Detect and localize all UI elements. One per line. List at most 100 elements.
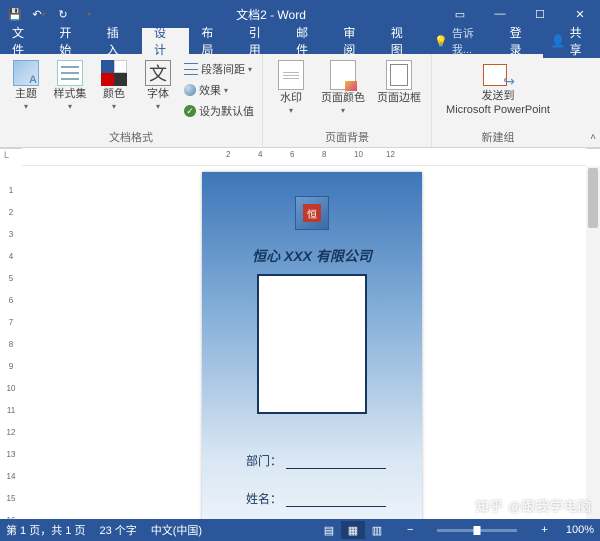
themes-button[interactable]: 主题 ▾: [6, 58, 46, 113]
colors-label: 颜色: [103, 88, 125, 100]
paragraph-spacing-button[interactable]: 段落间距 ▾: [182, 60, 256, 78]
group-document-formatting: 主题 ▾ 样式集 ▾ 颜色 ▾ 文 字体 ▾ 段落间距 ▾: [0, 54, 263, 147]
vruler-tick: 4: [4, 252, 18, 261]
zoom-in-button[interactable]: +: [537, 524, 551, 536]
read-mode-icon: ▤: [324, 524, 334, 537]
paragraph-spacing-icon: [184, 63, 198, 75]
lightbulb-icon: 💡: [434, 35, 448, 48]
quick-access-toolbar: 💾 ↶▾ ↻ ▾: [0, 3, 102, 25]
fonts-icon: 文: [145, 60, 171, 86]
vruler-tick: 7: [4, 318, 18, 327]
tab-mailings[interactable]: 邮件: [284, 28, 331, 54]
vruler-tick: 13: [4, 450, 18, 459]
qat-customize[interactable]: ▾: [78, 3, 100, 25]
vruler-tick: 6: [4, 296, 18, 305]
zoom-out-button[interactable]: −: [403, 524, 417, 536]
status-word-count[interactable]: 23 个字: [99, 522, 136, 538]
tab-view[interactable]: 视图: [379, 28, 426, 54]
undo-button[interactable]: ↶▾: [28, 3, 50, 25]
logo-box[interactable]: 恒: [295, 196, 329, 230]
save-icon: 💾: [8, 8, 22, 21]
share-icon: 👤: [551, 34, 566, 48]
view-read-mode[interactable]: ▤: [317, 521, 341, 539]
ribbon-options-button[interactable]: ▭: [440, 0, 480, 28]
vertical-scrollbar[interactable]: [586, 166, 600, 519]
send-to-label1: 发送到: [482, 90, 515, 102]
share-button[interactable]: 👤 共享: [543, 24, 600, 58]
page[interactable]: 恒 恒心 XXX 有限公司 部门： 姓名：: [202, 172, 422, 519]
vruler-tick: 11: [4, 406, 18, 415]
status-language[interactable]: 中文(中国): [151, 522, 202, 538]
document-canvas[interactable]: 恒 恒心 XXX 有限公司 部门： 姓名：: [22, 166, 586, 519]
logo-text: 恒: [303, 204, 321, 222]
hruler-tick: 12: [386, 150, 395, 159]
effects-icon: [184, 84, 196, 96]
colors-icon: [101, 60, 127, 86]
vruler-tick: 5: [4, 274, 18, 283]
page-color-button[interactable]: 页面颜色 ▾: [317, 58, 369, 117]
page-borders-button[interactable]: 页面边框: [373, 58, 425, 106]
style-set-button[interactable]: 样式集 ▾: [50, 58, 90, 113]
undo-icon: ↶: [32, 8, 41, 21]
tab-insert[interactable]: 插入: [95, 28, 142, 54]
name-field[interactable]: 姓名：: [246, 490, 386, 507]
page-borders-label: 页面边框: [377, 92, 421, 104]
fonts-button[interactable]: 文 字体 ▾: [138, 58, 178, 113]
paragraph-spacing-label: 段落间距: [201, 61, 245, 77]
vruler-tick: 8: [4, 340, 18, 349]
company-name[interactable]: 恒心 XXX 有限公司: [202, 246, 422, 266]
web-layout-icon: ▥: [372, 524, 382, 537]
department-field[interactable]: 部门：: [246, 452, 386, 469]
photo-placeholder[interactable]: [257, 274, 367, 414]
colors-button[interactable]: 颜色 ▾: [94, 58, 134, 113]
maximize-icon: ☐: [535, 8, 545, 21]
department-line: [286, 455, 386, 469]
login-button[interactable]: 登录: [500, 24, 543, 58]
tab-home[interactable]: 开始: [47, 28, 94, 54]
window-title: 文档2 - Word: [102, 6, 440, 23]
redo-button[interactable]: ↻: [52, 3, 74, 25]
group-new-group: 发送到 Microsoft PowerPoint 新建组: [432, 54, 564, 147]
tab-layout[interactable]: 布局: [189, 28, 236, 54]
hruler-tick: 4: [258, 150, 262, 159]
hruler-tick: 2: [226, 150, 230, 159]
effects-button[interactable]: 效果 ▾: [182, 81, 256, 99]
status-page[interactable]: 第 1 页，共 1 页: [6, 522, 85, 538]
themes-label: 主题: [15, 88, 37, 100]
hruler-tick: 6: [290, 150, 294, 159]
group-label-pagebg: 页面背景: [269, 127, 425, 145]
zoom-slider[interactable]: [437, 529, 517, 532]
ribbon: 主题 ▾ 样式集 ▾ 颜色 ▾ 文 字体 ▾ 段落间距 ▾: [0, 54, 600, 148]
vertical-ruler[interactable]: 1 2 3 4 5 6 7 8 9 10 11 12 13 14 15 16: [0, 166, 22, 519]
department-label: 部门：: [246, 452, 282, 469]
zoom-level[interactable]: 100%: [566, 524, 594, 536]
effects-label: 效果: [199, 82, 221, 98]
tab-review[interactable]: 审阅: [331, 28, 378, 54]
tab-references[interactable]: 引用: [237, 28, 284, 54]
group-page-background: 水印 ▾ 页面颜色 ▾ 页面边框 页面背景: [263, 54, 432, 147]
powerpoint-icon: [483, 60, 513, 88]
scrollbar-thumb[interactable]: [588, 168, 598, 228]
view-web-layout[interactable]: ▥: [365, 521, 389, 539]
tab-file[interactable]: 文件: [0, 28, 47, 54]
set-default-label: 设为默认值: [199, 103, 254, 119]
themes-icon: [13, 60, 39, 86]
check-icon: ✓: [184, 105, 196, 117]
hruler-tick: 8: [322, 150, 326, 159]
vruler-tick: 15: [4, 494, 18, 503]
tell-me-placeholder: 告诉我...: [452, 25, 492, 57]
page-borders-icon: [386, 60, 412, 90]
ruler-corner: L: [0, 148, 22, 166]
watermark-button[interactable]: 水印 ▾: [269, 58, 313, 117]
fonts-label: 字体: [147, 88, 169, 100]
view-print-layout[interactable]: ▦: [341, 521, 365, 539]
tell-me-search[interactable]: 💡 告诉我...: [426, 25, 500, 57]
tab-design[interactable]: 设计: [142, 28, 189, 54]
save-button[interactable]: 💾: [4, 3, 26, 25]
send-to-label2: Microsoft PowerPoint: [446, 104, 550, 116]
collapse-ribbon-button[interactable]: ˄: [590, 132, 596, 143]
send-to-powerpoint-button[interactable]: 发送到 Microsoft PowerPoint: [438, 58, 558, 118]
horizontal-ruler[interactable]: 2 4 6 8 10 12: [22, 148, 586, 166]
page-color-label: 页面颜色: [321, 92, 365, 104]
set-default-button[interactable]: ✓ 设为默认值: [182, 102, 256, 120]
